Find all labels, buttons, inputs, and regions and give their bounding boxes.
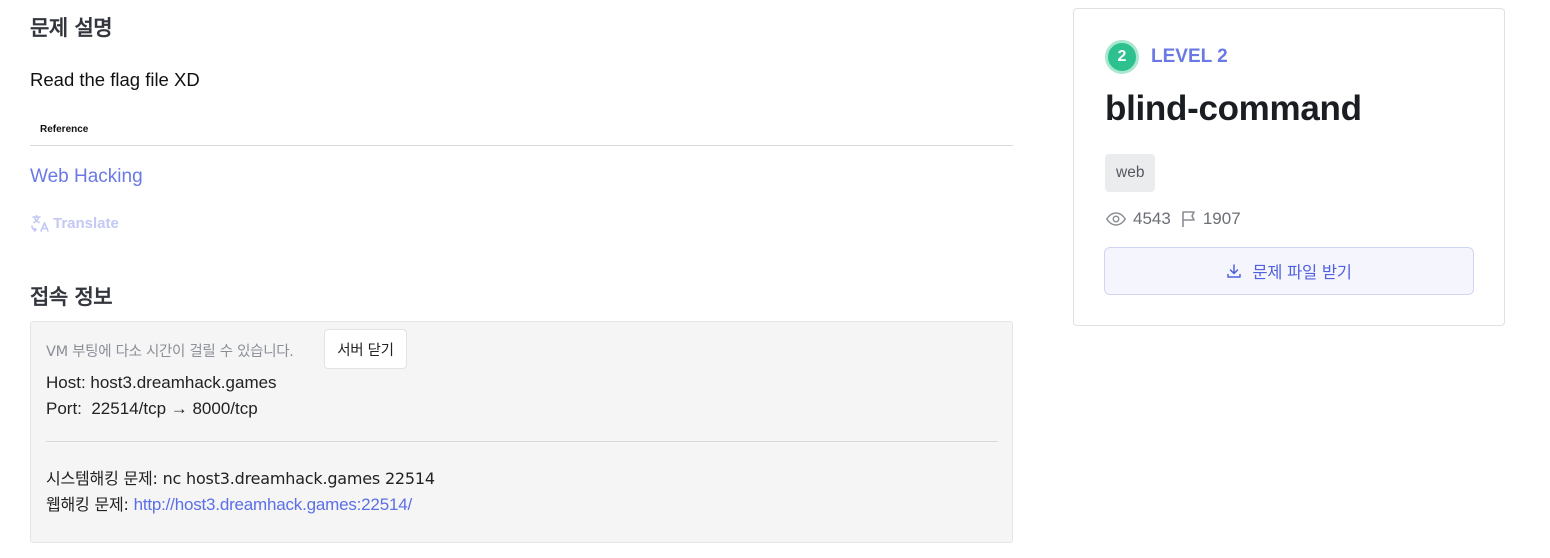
challenge-title: blind-command <box>1105 89 1362 128</box>
reference-divider <box>30 145 1013 146</box>
download-label: 문제 파일 받기 <box>1252 263 1352 282</box>
vm-boot-note: VM 부팅에 다소 시간이 걸릴 수 있습니다. <box>46 344 294 360</box>
web-hacking-prefix: 웹해킹 문제: <box>46 495 134 514</box>
challenge-info-card: 2 LEVEL 2 blind-command web 4543 1907 문제… <box>1073 8 1505 326</box>
flag-icon <box>1182 211 1195 227</box>
system-hacking-command: 시스템해킹 문제: nc host3.dreamhack.games 22514 <box>46 469 435 488</box>
solves-stat: 1907 <box>1181 209 1241 229</box>
views-stat: 4543 <box>1105 208 1171 230</box>
download-files-button[interactable]: 문제 파일 받기 <box>1104 247 1474 295</box>
description-text: Read the flag file XD <box>30 69 200 90</box>
reference-label: Reference <box>40 124 89 135</box>
reference-link-web-hacking[interactable]: Web Hacking <box>30 166 143 188</box>
connection-title: 접속 정보 <box>30 285 113 309</box>
connection-divider <box>46 441 998 442</box>
level-label: LEVEL 2 <box>1151 46 1228 67</box>
level-badge: 2 <box>1105 40 1139 74</box>
challenge-stats: 4543 1907 <box>1105 208 1241 230</box>
download-icon <box>1227 264 1242 278</box>
views-count: 4543 <box>1133 209 1171 228</box>
tag-web[interactable]: web <box>1105 154 1156 192</box>
description-title: 문제 설명 <box>30 16 113 40</box>
host-text: Host: host3.dreamhack.games <box>46 373 277 392</box>
connection-info-box: VM 부팅에 다소 시간이 걸릴 수 있습니다. 서버 닫기 Host: hos… <box>30 321 1013 543</box>
web-hacking-line: 웹해킹 문제: http://host3.dreamhack.games:225… <box>46 491 412 515</box>
solves-count: 1907 <box>1202 209 1241 228</box>
port-text: Port: 22514/tcp → 8000/tcp <box>46 399 258 418</box>
web-hacking-url-link[interactable]: http://host3.dreamhack.games:22514/ <box>134 495 413 514</box>
translate-button[interactable]: Translate <box>30 213 119 233</box>
eye-icon <box>1105 212 1127 226</box>
translate-icon <box>31 214 49 232</box>
close-server-button[interactable]: 서버 닫기 <box>324 329 407 369</box>
translate-label: Translate <box>53 214 119 232</box>
level-row: 2 LEVEL 2 <box>1105 40 1228 74</box>
